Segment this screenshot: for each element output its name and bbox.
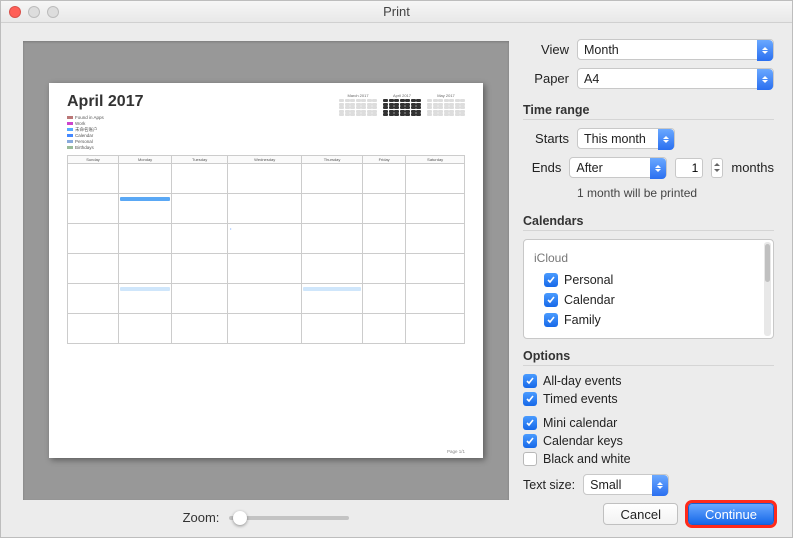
scrollbar[interactable]	[764, 242, 771, 336]
titlebar: Print	[1, 1, 792, 23]
checkbox-icon[interactable]	[523, 434, 537, 448]
view-select[interactable]: Month	[577, 39, 774, 60]
option-mini: Mini calendar	[523, 416, 774, 430]
months-stepper[interactable]	[711, 158, 723, 178]
preview-page: April 2017 Found in Apps Work 未命名账户 Cale…	[49, 83, 483, 458]
option-timed: Timed events	[523, 392, 774, 406]
calendar-grid: SundayMondayTuesdayWednesdayThursdayFrid…	[67, 155, 465, 344]
chevron-updown-icon	[757, 40, 773, 61]
chevron-updown-icon	[757, 69, 773, 90]
options-header: Options	[523, 349, 774, 366]
page-number: Page 1/1	[447, 449, 465, 454]
ends-label: Ends	[523, 160, 561, 175]
starts-label: Starts	[523, 131, 569, 146]
checkbox-icon[interactable]	[523, 416, 537, 430]
checkbox-icon[interactable]	[544, 293, 558, 307]
mini-calendars: March 2017 April 2017 May 2017	[339, 93, 465, 116]
calendars-header: Calendars	[523, 214, 774, 231]
option-keys: Calendar keys	[523, 434, 774, 448]
option-allday: All-day events	[523, 374, 774, 388]
starts-select[interactable]: This month	[577, 128, 675, 149]
calendar-item: Calendar	[534, 290, 763, 310]
window-title: Print	[1, 4, 792, 19]
ends-select[interactable]: After	[569, 157, 667, 178]
timerange-header: Time range	[523, 103, 774, 120]
calendars-list[interactable]: iCloud Personal Calendar Family	[523, 239, 774, 339]
checkbox-icon[interactable]	[544, 273, 558, 287]
checkbox-icon[interactable]	[523, 452, 537, 466]
calendar-group: iCloud	[534, 248, 763, 268]
option-bw: Black and white	[523, 452, 774, 466]
checkbox-icon[interactable]	[523, 392, 537, 406]
timerange-summary: 1 month will be printed	[577, 186, 774, 200]
view-label: View	[523, 42, 569, 57]
paper-label: Paper	[523, 71, 569, 86]
chevron-updown-icon	[650, 158, 666, 179]
print-preview: April 2017 Found in Apps Work 未命名账户 Cale…	[23, 41, 509, 500]
months-unit: months	[731, 160, 774, 175]
zoom-slider[interactable]	[229, 516, 349, 520]
textsize-select[interactable]: Small	[583, 474, 669, 495]
calendar-item: Personal	[534, 270, 763, 290]
calendar-legend: Found in Apps Work 未命名账户 Calendar Person…	[67, 115, 465, 151]
paper-select[interactable]: A4	[577, 68, 774, 89]
chevron-updown-icon	[652, 475, 668, 496]
textsize-label: Text size:	[523, 478, 575, 492]
calendar-item: Family	[534, 310, 763, 330]
months-count-field[interactable]	[675, 158, 703, 178]
cancel-button[interactable]: Cancel	[603, 503, 677, 525]
checkbox-icon[interactable]	[544, 313, 558, 327]
continue-button[interactable]: Continue	[688, 503, 774, 525]
checkbox-icon[interactable]	[523, 374, 537, 388]
chevron-updown-icon	[658, 129, 674, 150]
zoom-label: Zoom:	[183, 510, 220, 525]
